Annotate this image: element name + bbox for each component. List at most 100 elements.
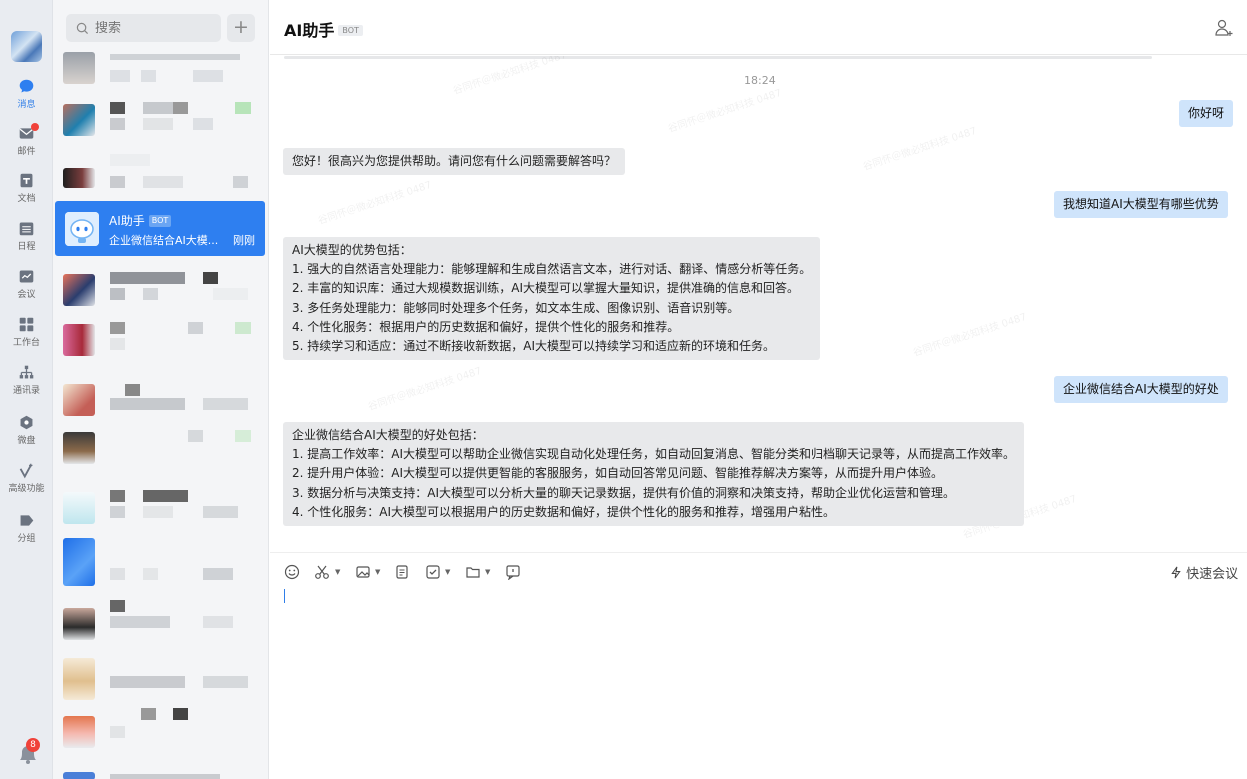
conversation-ai-assistant[interactable]: AI助手 BOT 企业微信结合AI大模... 刚刚 xyxy=(55,201,265,256)
chat-header: AI助手 BOT xyxy=(270,0,1247,55)
text-cursor[interactable] xyxy=(284,589,285,603)
meeting-icon xyxy=(19,270,34,283)
nav-label: 工作台 xyxy=(12,338,40,348)
user-avatar[interactable] xyxy=(11,31,42,62)
folder-icon xyxy=(466,567,480,578)
group-icon xyxy=(20,515,34,526)
avatar xyxy=(63,384,95,416)
avatar xyxy=(63,168,95,188)
nav-item-docs[interactable]: 文档 xyxy=(0,172,53,218)
notification-button[interactable]: 8 xyxy=(16,738,40,766)
list-item[interactable] xyxy=(53,646,268,704)
message-outgoing[interactable]: 我想知道AI大模型有哪些优势 xyxy=(1054,191,1228,219)
nav-label: 微盘 xyxy=(17,436,36,446)
conversation-name: AI助手 BOT xyxy=(109,212,172,229)
list-item[interactable] xyxy=(53,704,268,762)
watermark: 谷同怀＠微必知科技 0487 xyxy=(316,179,434,227)
avatar xyxy=(63,608,95,640)
avatar xyxy=(63,538,95,586)
chevron-down-icon[interactable]: ▼ xyxy=(375,568,380,576)
message-timestamp: 18:24 xyxy=(744,74,776,87)
chevron-down-icon[interactable]: ▼ xyxy=(335,568,340,576)
nav-label: 高级功能 xyxy=(8,484,45,494)
watermark: 谷同怀＠微必知科技 0487 xyxy=(451,56,569,97)
emoji-button[interactable] xyxy=(284,564,300,580)
avatar xyxy=(63,52,95,84)
avatar xyxy=(63,274,95,306)
avatar xyxy=(63,658,95,700)
list-item[interactable] xyxy=(53,420,268,478)
image-icon xyxy=(356,566,370,578)
scissors-icon xyxy=(315,565,329,579)
list-item[interactable] xyxy=(53,480,268,538)
emoji-icon xyxy=(284,564,300,580)
nav-label: 分组 xyxy=(17,534,36,544)
list-item[interactable] xyxy=(53,50,268,90)
nav-item-calendar[interactable]: 日程 xyxy=(0,220,53,266)
image-button[interactable] xyxy=(355,564,371,580)
robot-icon xyxy=(65,212,99,246)
list-item[interactable] xyxy=(53,146,268,204)
feedback-button[interactable] xyxy=(505,564,521,581)
chevron-down-icon[interactable]: ▼ xyxy=(485,568,490,576)
avatar xyxy=(63,772,95,779)
message-incoming[interactable]: 您好！很高兴为您提供帮助。请问您有什么问题需要解答吗？ xyxy=(283,148,626,176)
add-button[interactable]: + xyxy=(227,14,255,42)
conversation-time: 刚刚 xyxy=(233,234,255,247)
nav-item-drive[interactable]: 微盘 xyxy=(0,414,53,460)
folder-button[interactable] xyxy=(465,564,481,580)
scroll-edge xyxy=(284,56,1152,59)
search-icon xyxy=(76,22,89,34)
bot-avatar xyxy=(65,212,99,246)
watermark: 谷同怀＠微必知科技 0487 xyxy=(861,125,979,173)
screenshot-button[interactable] xyxy=(314,564,330,580)
workbench-icon xyxy=(19,317,34,332)
list-item[interactable] xyxy=(53,312,268,370)
document-icon xyxy=(396,565,408,579)
watermark: 谷同怀＠微必知科技 0487 xyxy=(666,87,784,135)
document-button[interactable] xyxy=(394,564,410,580)
nav-rail: 消息 邮件 文档 日程 会议 工作台 通讯录 微盘 高级功能 分组 8 xyxy=(0,0,53,779)
message-incoming[interactable]: AI大模型的优势包括： 1. 强大的自然语言处理能力：能够理解和生成自然语言文本… xyxy=(283,237,821,361)
nav-item-contacts[interactable]: 通讯录 xyxy=(0,364,53,410)
calendar-icon xyxy=(19,222,34,236)
list-item[interactable] xyxy=(53,766,268,779)
search-input[interactable] xyxy=(95,20,205,36)
message-outgoing[interactable]: 你好呀 xyxy=(1179,100,1234,128)
drive-icon xyxy=(20,415,33,430)
avatar xyxy=(63,432,95,464)
nav-label: 邮件 xyxy=(17,147,36,157)
nav-item-group[interactable]: 分组 xyxy=(0,512,53,558)
nav-item-advanced[interactable]: 高级功能 xyxy=(0,462,53,508)
checkbox-icon xyxy=(426,565,440,579)
nav-item-messages[interactable]: 消息 xyxy=(0,78,53,124)
avatar xyxy=(63,492,95,524)
document-icon xyxy=(20,173,33,188)
nav-item-workbench[interactable]: 工作台 xyxy=(0,316,53,362)
chevron-down-icon[interactable]: ▼ xyxy=(445,568,450,576)
message-area: 18:24 谷同怀＠微必知科技 0487 谷同怀＠微必知科技 0487 谷同怀＠… xyxy=(270,56,1247,552)
conversation-list: + AI助手BOT 企业微信结合AI大模... 刚刚 xyxy=(53,0,269,779)
list-item[interactable] xyxy=(53,92,268,150)
watermark: 谷同怀＠微必知科技 0487 xyxy=(911,311,1029,359)
unread-dot xyxy=(31,123,39,131)
bot-tag: BOT xyxy=(148,215,172,227)
chat-title: AI助手 BOT xyxy=(284,17,363,41)
todo-button[interactable] xyxy=(425,564,441,580)
notification-badge: 8 xyxy=(26,738,40,752)
list-item[interactable] xyxy=(53,534,268,592)
add-member-button[interactable] xyxy=(1214,19,1234,37)
nav-label: 会议 xyxy=(17,290,36,300)
avatar xyxy=(63,104,95,136)
avatar xyxy=(63,324,95,356)
message-incoming[interactable]: 企业微信结合AI大模型的好处包括： 1. 提高工作效率：AI大模型可以帮助企业微… xyxy=(283,422,1025,527)
comment-icon xyxy=(506,565,520,581)
quick-meeting-button[interactable]: 快速会议 xyxy=(1170,563,1238,582)
nav-item-meeting[interactable]: 会议 xyxy=(0,268,53,314)
nav-label: 日程 xyxy=(17,242,36,252)
search-box[interactable] xyxy=(66,14,221,42)
app-window: 消息 邮件 文档 日程 会议 工作台 通讯录 微盘 高级功能 分组 8 搜索 +… xyxy=(0,0,1247,779)
nav-item-mail[interactable]: 邮件 xyxy=(0,123,53,171)
nav-label: 通讯录 xyxy=(12,386,40,396)
message-outgoing[interactable]: 企业微信结合AI大模型的好处 xyxy=(1054,376,1228,404)
